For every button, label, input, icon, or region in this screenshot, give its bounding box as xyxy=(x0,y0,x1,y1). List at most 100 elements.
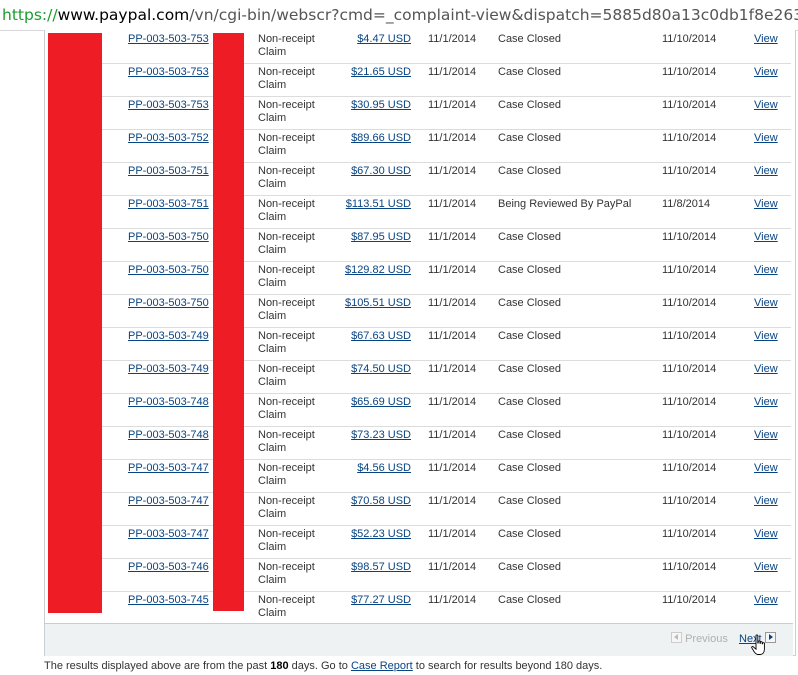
case-id-link-text[interactable]: PP-003-503-751 xyxy=(128,198,209,210)
case-id-link[interactable]: PP-003-503-750 xyxy=(128,264,214,277)
case-amount-link-text[interactable]: $113.51 USD xyxy=(346,198,411,210)
case-id-link-text[interactable]: PP-003-503-752 xyxy=(128,132,209,144)
case-id-link[interactable]: PP-003-503-747 xyxy=(128,528,214,541)
case-amount-link-text[interactable]: $4.56 USD xyxy=(357,462,411,474)
case-amount-link[interactable]: $89.66 USD xyxy=(333,132,411,145)
case-amount-link[interactable]: $129.82 USD xyxy=(333,264,411,277)
case-amount-link-text[interactable]: $67.30 USD xyxy=(351,165,411,177)
view-case-link-text[interactable]: View xyxy=(754,297,778,309)
case-id-link[interactable]: PP-003-503-745 xyxy=(128,594,214,607)
case-id-link[interactable]: PP-003-503-748 xyxy=(128,429,214,442)
view-case-link-text[interactable]: View xyxy=(754,462,778,474)
view-case-link-text[interactable]: View xyxy=(754,198,778,210)
view-case-link[interactable]: View xyxy=(754,165,778,178)
view-case-link[interactable]: View xyxy=(754,363,778,376)
previous-button[interactable]: Previous xyxy=(671,632,728,646)
case-id-link-text[interactable]: PP-003-503-748 xyxy=(128,429,209,441)
case-id-link[interactable]: PP-003-503-751 xyxy=(128,198,214,211)
case-id-link[interactable]: PP-003-503-748 xyxy=(128,396,214,409)
case-amount-link[interactable]: $67.30 USD xyxy=(333,165,411,178)
case-amount-link[interactable]: $52.23 USD xyxy=(333,528,411,541)
address-bar[interactable]: https://www.paypal.com/vn/cgi-bin/webscr… xyxy=(0,0,798,31)
case-amount-link[interactable]: $70.58 USD xyxy=(333,495,411,508)
case-amount-link-text[interactable]: $65.69 USD xyxy=(351,396,411,408)
case-id-link[interactable]: PP-003-503-752 xyxy=(128,132,214,145)
view-case-link[interactable]: View xyxy=(754,561,778,574)
case-id-link-text[interactable]: PP-003-503-753 xyxy=(128,66,209,78)
view-case-link-text[interactable]: View xyxy=(754,429,778,441)
view-case-link-text[interactable]: View xyxy=(754,495,778,507)
case-id-link[interactable]: PP-003-503-753 xyxy=(128,66,214,79)
view-case-link[interactable]: View xyxy=(754,330,778,343)
view-case-link-text[interactable]: View xyxy=(754,132,778,144)
view-case-link-text[interactable]: View xyxy=(754,330,778,342)
case-amount-link-text[interactable]: $30.95 USD xyxy=(351,99,411,111)
view-case-link[interactable]: View xyxy=(754,198,778,211)
case-id-link-text[interactable]: PP-003-503-753 xyxy=(128,33,209,45)
case-amount-link-text[interactable]: $74.50 USD xyxy=(351,363,411,375)
case-id-link-text[interactable]: PP-003-503-750 xyxy=(128,231,209,243)
case-id-link[interactable]: PP-003-503-753 xyxy=(128,33,214,46)
case-id-link[interactable]: PP-003-503-749 xyxy=(128,363,214,376)
case-amount-link-text[interactable]: $87.95 USD xyxy=(351,231,411,243)
case-id-link-text[interactable]: PP-003-503-749 xyxy=(128,363,209,375)
view-case-link-text[interactable]: View xyxy=(754,99,778,111)
view-case-link[interactable]: View xyxy=(754,462,778,475)
case-id-link[interactable]: PP-003-503-751 xyxy=(128,165,214,178)
case-amount-link[interactable]: $87.95 USD xyxy=(333,231,411,244)
view-case-link[interactable]: View xyxy=(754,594,778,607)
case-amount-link[interactable]: $67.63 USD xyxy=(333,330,411,343)
view-case-link-text[interactable]: View xyxy=(754,363,778,375)
case-id-link-text[interactable]: PP-003-503-749 xyxy=(128,330,209,342)
view-case-link[interactable]: View xyxy=(754,396,778,409)
case-amount-link[interactable]: $73.23 USD xyxy=(333,429,411,442)
view-case-link[interactable]: View xyxy=(754,297,778,310)
case-amount-link[interactable]: $98.57 USD xyxy=(333,561,411,574)
view-case-link[interactable]: View xyxy=(754,495,778,508)
case-id-link-text[interactable]: PP-003-503-745 xyxy=(128,594,209,606)
view-case-link[interactable]: View xyxy=(754,33,778,46)
case-id-link-text[interactable]: PP-003-503-753 xyxy=(128,99,209,111)
case-amount-link-text[interactable]: $21.65 USD xyxy=(351,66,411,78)
case-id-link[interactable]: PP-003-503-746 xyxy=(128,561,214,574)
view-case-link-text[interactable]: View xyxy=(754,528,778,540)
case-amount-link-text[interactable]: $52.23 USD xyxy=(351,528,411,540)
case-amount-link-text[interactable]: $98.57 USD xyxy=(351,561,411,573)
case-id-link[interactable]: PP-003-503-749 xyxy=(128,330,214,343)
view-case-link-text[interactable]: View xyxy=(754,594,778,606)
case-id-link-text[interactable]: PP-003-503-747 xyxy=(128,495,209,507)
view-case-link[interactable]: View xyxy=(754,429,778,442)
case-amount-link-text[interactable]: $129.82 USD xyxy=(345,264,411,276)
case-id-link[interactable]: PP-003-503-753 xyxy=(128,99,214,112)
view-case-link[interactable]: View xyxy=(754,132,778,145)
case-amount-link[interactable]: $4.56 USD xyxy=(333,462,411,475)
case-amount-link-text[interactable]: $4.47 USD xyxy=(357,33,411,45)
case-amount-link-text[interactable]: $105.51 USD xyxy=(345,297,411,309)
view-case-link-text[interactable]: View xyxy=(754,561,778,573)
case-id-link-text[interactable]: PP-003-503-746 xyxy=(128,561,209,573)
view-case-link-text[interactable]: View xyxy=(754,264,778,276)
view-case-link-text[interactable]: View xyxy=(754,396,778,408)
case-amount-link-text[interactable]: $70.58 USD xyxy=(351,495,411,507)
case-id-link[interactable]: PP-003-503-750 xyxy=(128,231,214,244)
case-id-link-text[interactable]: PP-003-503-751 xyxy=(128,165,209,177)
case-amount-link[interactable]: $4.47 USD xyxy=(333,33,411,46)
case-amount-link-text[interactable]: $67.63 USD xyxy=(351,330,411,342)
view-case-link-text[interactable]: View xyxy=(754,231,778,243)
case-id-link[interactable]: PP-003-503-747 xyxy=(128,462,214,475)
case-amount-link-text[interactable]: $73.23 USD xyxy=(351,429,411,441)
case-id-link[interactable]: PP-003-503-750 xyxy=(128,297,214,310)
view-case-link-text[interactable]: View xyxy=(754,66,778,78)
case-amount-link-text[interactable]: $77.27 USD xyxy=(351,594,411,606)
case-id-link-text[interactable]: PP-003-503-747 xyxy=(128,462,209,474)
case-amount-link[interactable]: $30.95 USD xyxy=(333,99,411,112)
case-amount-link[interactable]: $77.27 USD xyxy=(333,594,411,607)
case-amount-link[interactable]: $113.51 USD xyxy=(333,198,411,211)
case-amount-link-text[interactable]: $89.66 USD xyxy=(351,132,411,144)
view-case-link-text[interactable]: View xyxy=(754,165,778,177)
view-case-link[interactable]: View xyxy=(754,231,778,244)
case-amount-link[interactable]: $74.50 USD xyxy=(333,363,411,376)
case-amount-link[interactable]: $105.51 USD xyxy=(333,297,411,310)
case-amount-link[interactable]: $65.69 USD xyxy=(333,396,411,409)
view-case-link[interactable]: View xyxy=(754,66,778,79)
